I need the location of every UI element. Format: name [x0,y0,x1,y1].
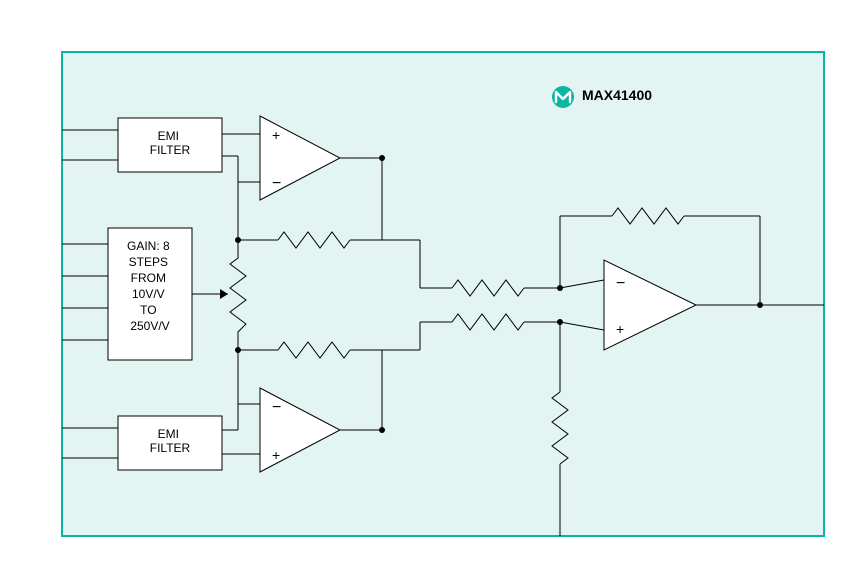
diagram-canvas: MAX41400 EMI FILTER + − GAIN: 8 STEPS FR… [0,0,868,581]
brand-logo [552,86,574,108]
part-number: MAX41400 [582,87,652,103]
svg-text:−: − [272,175,281,192]
svg-text:+: + [272,447,280,463]
svg-text:+: + [272,127,280,143]
svg-text:+: + [616,321,624,337]
svg-text:−: − [616,275,625,292]
node [757,302,763,308]
svg-text:−: − [272,399,281,416]
